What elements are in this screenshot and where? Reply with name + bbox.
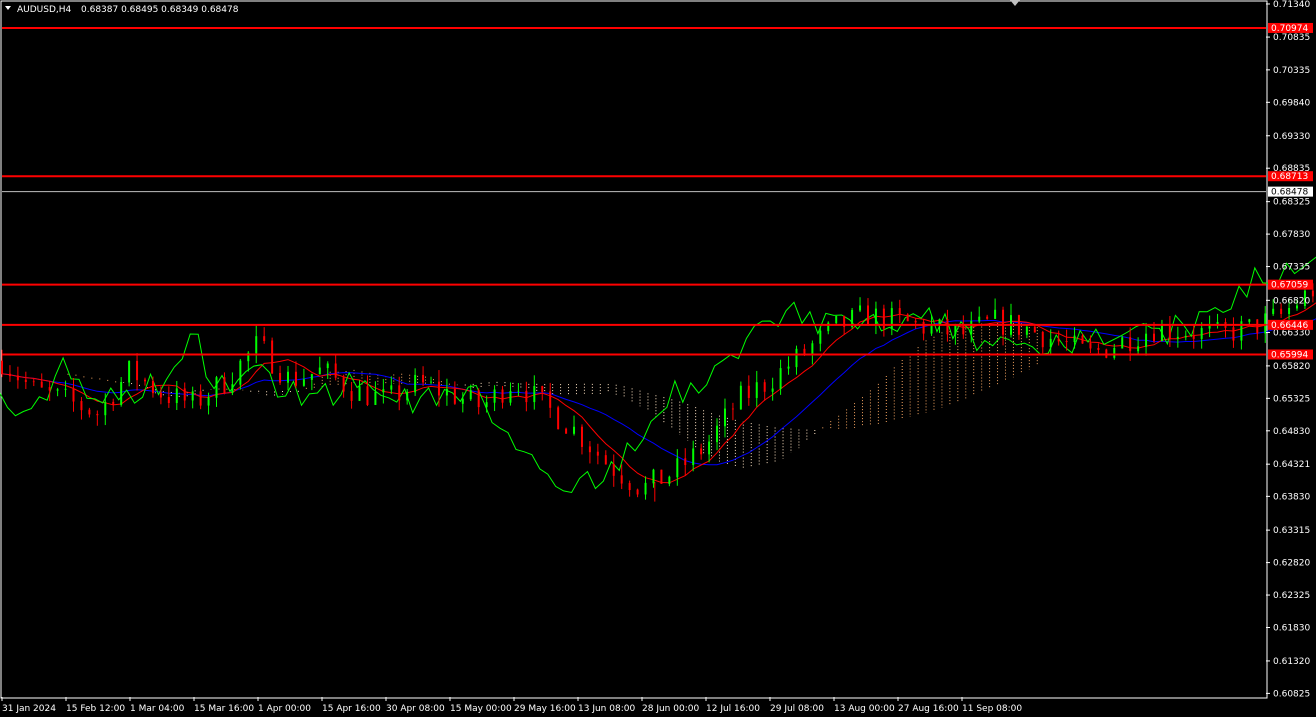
y-tick-label: 0.60825 (1273, 689, 1310, 699)
y-tick-label: 0.67335 (1273, 263, 1310, 273)
price-chart[interactable]: 0.713400.708350.703350.698400.693300.688… (0, 0, 1316, 717)
x-tick-label: 28 Jun 00:00 (642, 704, 699, 714)
y-tick-label: 0.71340 (1273, 0, 1310, 10)
y-tick-label: 0.68325 (1273, 198, 1310, 208)
kijun-sen-line (1, 318, 1316, 466)
y-tick-label: 0.67830 (1273, 230, 1310, 240)
indicator-lines (0, 256, 1316, 494)
plot-frame (0, 0, 1268, 699)
ohlc-label: 0.68387 0.68495 0.68349 0.68478 (81, 5, 239, 15)
x-tick-label: 11 Sep 08:00 (962, 704, 1022, 714)
x-tick-label: 13 Jun 08:00 (578, 704, 635, 714)
y-tick-label: 0.61320 (1273, 657, 1310, 667)
y-tick-label: 0.69840 (1273, 98, 1310, 108)
x-tick-label: 13 Aug 00:00 (834, 704, 895, 714)
y-tick-label: 0.65820 (1273, 362, 1310, 372)
level-price-label: 0.67059 (1271, 281, 1308, 291)
x-tick-label: 29 May 16:00 (514, 704, 576, 714)
x-tick-label: 1 Mar 04:00 (130, 704, 185, 714)
level-price-label: 0.66446 (1271, 321, 1308, 331)
y-tick-label: 0.70835 (1273, 33, 1310, 43)
y-tick-label: 0.65325 (1273, 394, 1310, 404)
x-tick-label: 1 Apr 00:00 (258, 704, 311, 714)
y-tick-label: 0.64321 (1273, 460, 1310, 470)
x-tick-label: 15 Feb 12:00 (66, 704, 125, 714)
y-tick-label: 0.64830 (1273, 427, 1310, 437)
y-tick-label: 0.61830 (1273, 624, 1310, 634)
x-tick-label: 30 Apr 08:00 (386, 704, 445, 714)
symbol-label: AUDUSD,H4 (17, 5, 72, 15)
y-tick-label: 0.69330 (1273, 132, 1310, 142)
y-tick-label: 0.63830 (1273, 492, 1310, 502)
current-price-label: 0.68478 (1271, 188, 1308, 198)
y-tick-label: 0.62325 (1273, 591, 1310, 601)
y-tick-label: 0.63315 (1273, 526, 1310, 536)
y-tick-label: 0.66820 (1273, 296, 1310, 306)
x-tick-label: 15 Mar 16:00 (194, 704, 254, 714)
price-axis: 0.713400.708350.703350.698400.693300.688… (1266, 0, 1313, 699)
x-tick-label: 31 Jan 2024 (2, 704, 56, 714)
level-price-label: 0.70974 (1271, 24, 1308, 34)
x-tick-label: 15 Apr 16:00 (322, 704, 381, 714)
x-tick-label: 12 Jul 16:00 (706, 704, 760, 714)
y-tick-label: 0.62820 (1273, 559, 1310, 569)
symbol-menu-icon[interactable] (5, 6, 11, 10)
y-tick-label: 0.70335 (1273, 66, 1310, 76)
time-axis: 31 Jan 2024 15 Feb 12:00 1 Mar 04:00 15 Mar… (1, 697, 1022, 714)
candles (1, 281, 1314, 502)
level-lines (2, 26, 1266, 356)
x-tick-label: 27 Aug 16:00 (898, 704, 959, 714)
x-tick-label: 15 May 00:00 (450, 704, 512, 714)
chart-shift-icon[interactable] (1010, 0, 1020, 6)
level-price-label: 0.68713 (1271, 172, 1308, 182)
x-tick-label: 29 Jul 08:00 (770, 704, 824, 714)
level-price-label: 0.65994 (1271, 350, 1308, 360)
